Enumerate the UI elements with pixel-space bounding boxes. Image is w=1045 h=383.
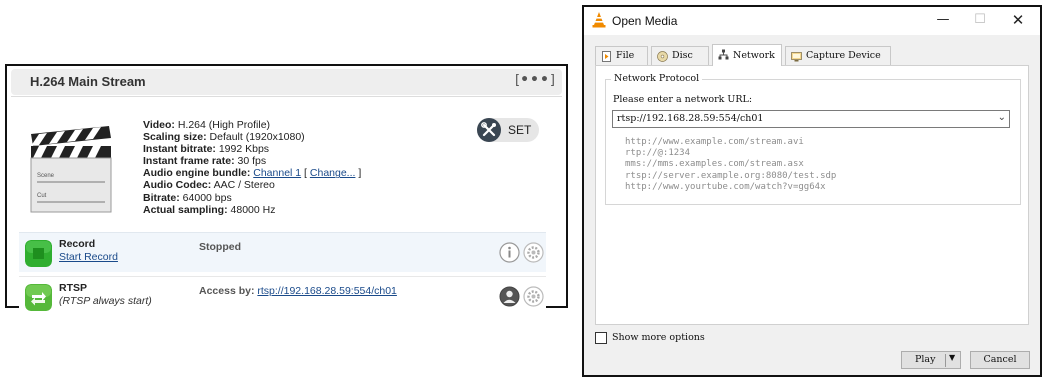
bracket-open: [ (301, 167, 310, 180)
start-record-link[interactable]: Start Record (59, 251, 118, 263)
info-audio-bundle: Audio engine bundle: Channel 1 [ Change.… (143, 167, 361, 179)
example-line: http://www.yourtube.com/watch?v=gg64x (625, 181, 826, 192)
tab-network-label: Network (733, 50, 775, 61)
clapper-scene-label: Scene (37, 173, 55, 179)
network-protocol-group: Network Protocol Please enter a network … (605, 73, 1021, 205)
tab-file[interactable]: File (595, 46, 648, 66)
example-line: mms://mms.examples.com/stream.asx (625, 159, 804, 170)
play-label: Play (915, 354, 936, 365)
rtsp-url-link[interactable]: rtsp://192.168.28.59:554/ch01 (257, 285, 397, 297)
info-scaling: Scaling size: Default (1920x1080) (143, 131, 361, 143)
record-title: Record (59, 238, 96, 250)
record-icon (25, 240, 52, 267)
tools-icon (477, 118, 501, 142)
channel-link[interactable]: Channel 1 (253, 167, 301, 179)
capture-icon (791, 52, 802, 62)
tab-file-label: File (616, 50, 635, 61)
menu-bracket-right: ] (549, 73, 555, 88)
open-media-dialog: Open Media — ☐ ✕ File Disc Network Captu… (582, 5, 1042, 377)
play-dropdown-icon[interactable]: ▼ (949, 353, 955, 362)
info-codec: Audio Codec: AAC / Stereo (143, 179, 361, 191)
minimize-button[interactable]: — (931, 10, 955, 30)
user-icon[interactable] (499, 286, 520, 307)
group-legend: Network Protocol (611, 73, 703, 84)
tab-disc[interactable]: Disc (651, 46, 709, 66)
play-button[interactable]: Play ▼ (901, 351, 961, 369)
info-audio-bitrate-value: 64000 bps (179, 191, 232, 204)
info-bitrate: Instant bitrate: 1992 Kbps (143, 143, 361, 155)
info-sampling-label: Actual sampling: (143, 203, 228, 216)
info-scaling-value: Default (1920x1080) (206, 131, 305, 144)
info-framerate-label: Instant frame rate: (143, 155, 235, 168)
vlc-cone-icon (592, 12, 606, 28)
info-scaling-label: Scaling size: (143, 131, 207, 144)
dialog-titlebar: Open Media — ☐ ✕ (584, 7, 1040, 35)
rtsp-access: Access by: rtsp://192.168.28.59:554/ch01 (199, 285, 397, 297)
info-bundle-label: Audio engine bundle: (143, 167, 251, 180)
record-status-text: Stopped (199, 241, 241, 253)
network-icon (718, 49, 729, 60)
file-icon (602, 51, 611, 62)
close-button[interactable]: ✕ (1006, 10, 1030, 30)
stream-menu-button[interactable]: [•••] (515, 72, 555, 88)
chevron-down-icon[interactable]: ⌄ (998, 112, 1006, 123)
rtsp-icon (25, 284, 52, 311)
set-button[interactable]: SET (477, 118, 539, 142)
rtsp-row: RTSP (RTSP always start) Access by: rtsp… (19, 276, 546, 316)
tab-disc-label: Disc (672, 50, 693, 61)
stream-panel: H.264 Main Stream [•••] Scene Cut Video:… (5, 64, 568, 316)
info-framerate-value: 30 fps (234, 155, 267, 168)
stream-header: H.264 Main Stream [•••] (11, 69, 562, 95)
example-line: http://www.example.com/stream.avi (625, 137, 804, 147)
more-icon: ••• (520, 72, 550, 88)
clapper-cut-label: Cut (37, 193, 47, 199)
info-codec-value: AAC / Stereo (211, 179, 275, 192)
example-line: rtp://@:1234 (625, 148, 691, 159)
tab-network[interactable]: Network (712, 44, 782, 66)
stream-title: H.264 Main Stream (30, 74, 146, 89)
rtsp-title: RTSP (59, 282, 88, 294)
info-audio-bitrate-label: Bitrate: (143, 191, 180, 204)
cancel-button[interactable]: Cancel (970, 351, 1030, 369)
url-examples: http://www.example.com/stream.avi rtp://… (625, 137, 836, 193)
network-tab-panel: Network Protocol Please enter a network … (595, 65, 1029, 325)
maximize-button[interactable]: ☐ (968, 10, 992, 30)
network-url-combobox[interactable]: rtsp://192.168.28.59:554/ch01 ⌄ (612, 110, 1010, 128)
gear-icon[interactable] (523, 286, 544, 307)
set-label: SET (508, 123, 532, 137)
gear-icon[interactable] (523, 242, 544, 263)
info-sampling-value: 48000 Hz (227, 203, 276, 216)
bracket-close: ] (355, 167, 362, 180)
record-row: Record Start Record Stopped (19, 232, 546, 272)
info-framerate: Instant frame rate: 30 fps (143, 155, 361, 167)
record-status: Stopped (199, 241, 241, 253)
play-divider (945, 354, 946, 367)
show-more-label: Show more options (612, 332, 705, 343)
info-sampling: Actual sampling: 48000 Hz (143, 204, 361, 216)
info-video-value: H.264 (High Profile) (174, 119, 271, 131)
info-audio-bitrate: Bitrate: 64000 bps (143, 192, 361, 204)
url-value: rtsp://192.168.28.59:554/ch01 (617, 113, 764, 124)
info-icon[interactable] (499, 242, 520, 263)
url-label: Please enter a network URL: (613, 94, 753, 105)
change-link[interactable]: Change... (310, 167, 356, 179)
dialog-title: Open Media (612, 14, 678, 28)
disc-icon (657, 51, 668, 62)
header-divider (11, 96, 562, 97)
info-video: Video: H.264 (High Profile) (143, 119, 361, 131)
tab-capture-label: Capture Device (806, 50, 881, 61)
rtsp-access-label: Access by: (199, 285, 255, 297)
info-codec-label: Audio Codec: (143, 179, 212, 192)
example-line: rtsp://server.example.org:8080/test.sdp (625, 170, 837, 181)
show-more-checkbox[interactable] (595, 332, 607, 344)
info-bitrate-label: Instant bitrate: (143, 143, 216, 156)
clapperboard-icon: Scene Cut (30, 126, 112, 213)
info-bitrate-value: 1992 Kbps (215, 143, 270, 156)
tab-capture-device[interactable]: Capture Device (785, 46, 891, 66)
info-video-label: Video: (143, 119, 175, 131)
rtsp-note: (RTSP always start) (59, 295, 152, 307)
stream-info: Video: H.264 (High Profile) Scaling size… (143, 119, 361, 216)
